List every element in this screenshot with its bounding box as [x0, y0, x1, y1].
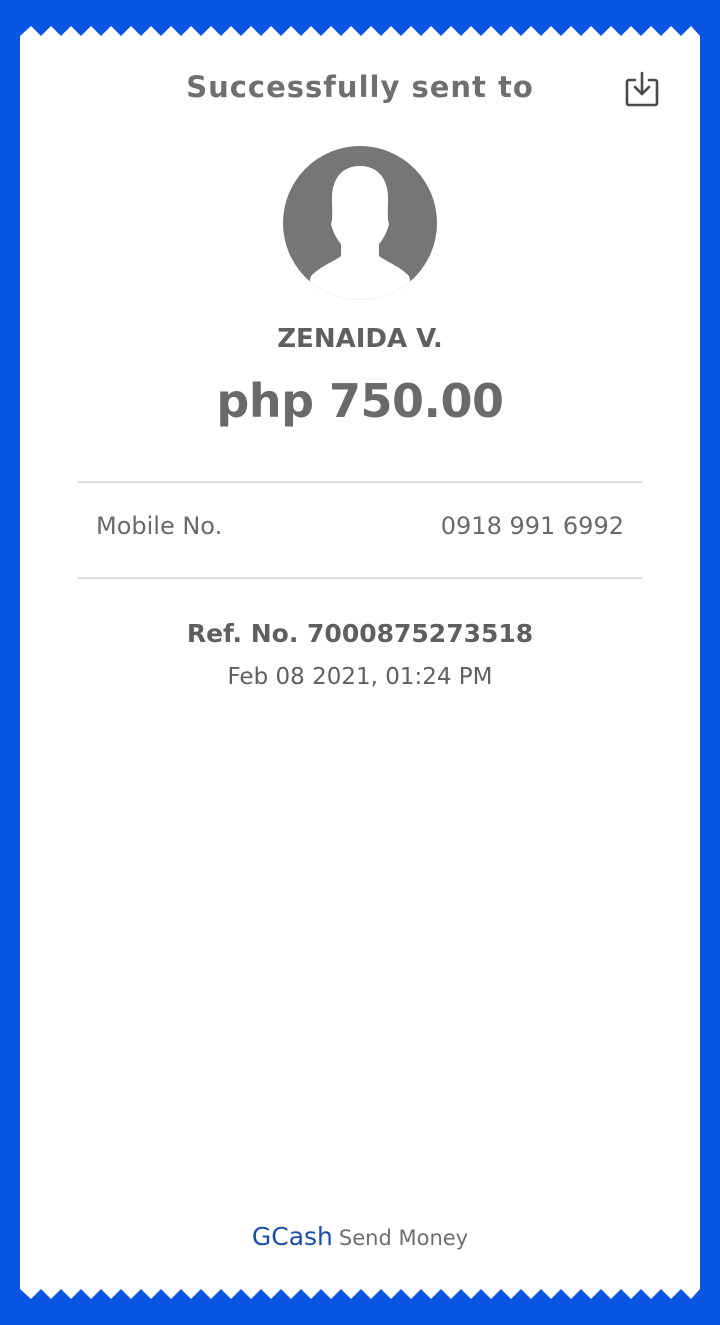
receipt-bottom-edge: [20, 1289, 700, 1307]
divider-bottom: [78, 577, 642, 579]
footer: GCash Send Money: [0, 1222, 720, 1251]
amount-sent: php 750.00: [216, 374, 504, 428]
person-avatar-icon: [283, 146, 437, 300]
recipient-name: ZENAIDA V.: [277, 324, 443, 354]
reference-number: Ref. No. 7000875273518: [186, 619, 534, 648]
download-button[interactable]: [624, 70, 660, 108]
download-icon: [625, 71, 659, 107]
receipt-top-edge: [20, 18, 700, 36]
mobile-number-value: 0918 991 6992: [440, 512, 624, 540]
success-title: Successfully sent to: [186, 70, 534, 104]
mobile-number-label: Mobile No.: [96, 512, 223, 540]
service-name: Send Money: [338, 1226, 469, 1250]
transaction-datetime: Feb 08 2021, 01:24 PM: [227, 664, 493, 690]
gcash-brand: GCash: [251, 1222, 333, 1251]
divider-top: [78, 481, 642, 483]
